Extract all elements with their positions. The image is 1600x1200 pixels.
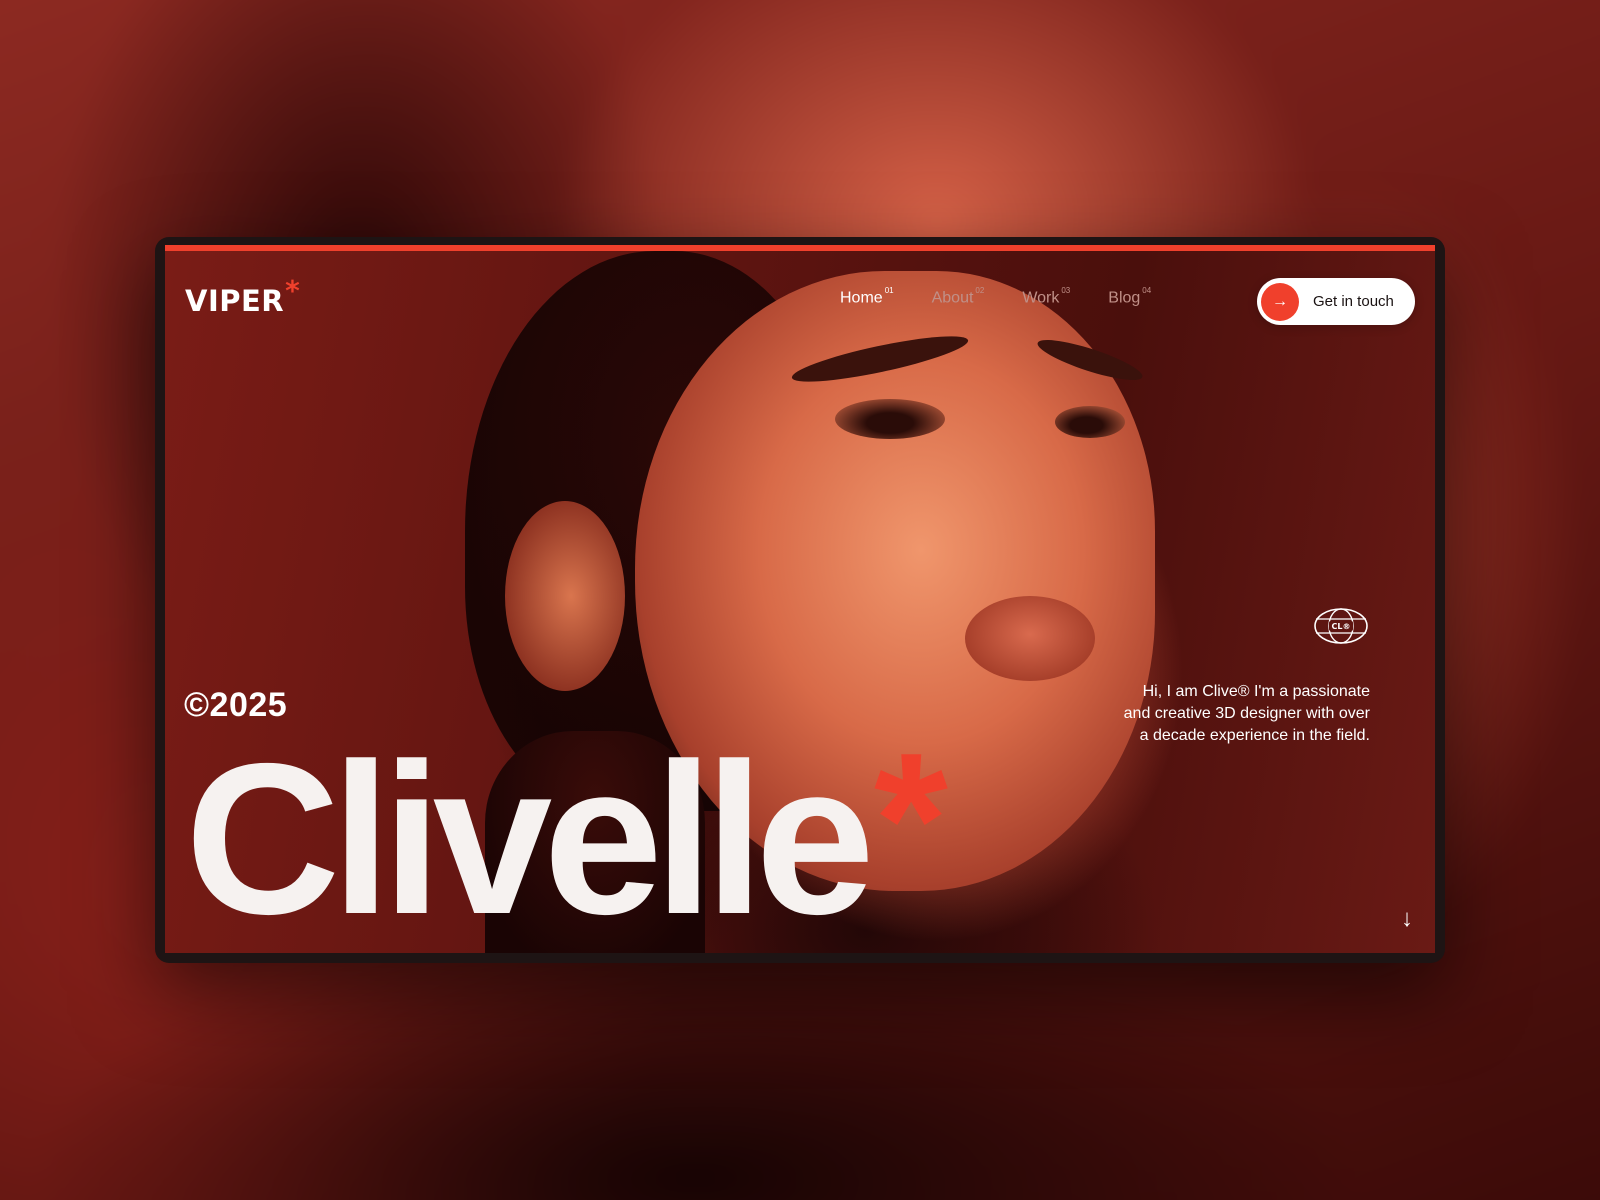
website-screen: VIPER * Home 01 About 02 Work 03 Blog 04 → G…	[165, 245, 1435, 953]
nav-item-index: 01	[884, 286, 894, 295]
globe-badge-text: CL®	[1332, 622, 1351, 631]
hero-bio: Hi, I am Clive® I'm a passionate and cre…	[1123, 683, 1370, 744]
arrow-down-icon[interactable]: ↓	[1401, 905, 1413, 933]
nav-item-blog[interactable]: Blog 04	[1108, 286, 1152, 307]
nav-item-index: 02	[975, 286, 985, 295]
browser-frame: VIPER * Home 01 About 02 Work 03 Blog 04 → G…	[155, 237, 1445, 963]
nav-item-home[interactable]: Home 01	[840, 286, 894, 307]
hero-title-text: Clivelle	[185, 718, 875, 953]
arrow-right-icon: →	[1261, 282, 1299, 321]
hero-asterisk-icon: *	[873, 714, 948, 926]
nav-item-label: Blog	[1108, 289, 1141, 307]
portrait-lips	[965, 596, 1095, 681]
portrait-eye-right	[1055, 406, 1125, 438]
portrait-ear	[505, 501, 625, 691]
nav-item-label: Work	[1022, 289, 1060, 307]
portrait-eye-left	[835, 399, 945, 439]
nav-item-about[interactable]: About 02	[931, 286, 985, 307]
nav-item-index: 03	[1061, 286, 1071, 295]
brand-logo[interactable]: VIPER *	[185, 277, 300, 319]
globe-icon: CL®	[1314, 608, 1368, 644]
cta-label: Get in touch	[1313, 293, 1394, 310]
brand-asterisk-icon: *	[285, 274, 301, 307]
main-navigation: Home 01 About 02 Work 03 Blog 04	[840, 286, 1152, 307]
nav-item-label: About	[931, 289, 974, 307]
nav-item-index: 04	[1142, 286, 1152, 295]
brand-name: VIPER	[185, 284, 285, 318]
nav-item-work[interactable]: Work 03	[1022, 286, 1071, 307]
get-in-touch-button[interactable]: → Get in touch	[1257, 278, 1415, 325]
nav-item-label: Home	[840, 289, 883, 307]
hero-title: Clivelle *	[185, 718, 948, 953]
